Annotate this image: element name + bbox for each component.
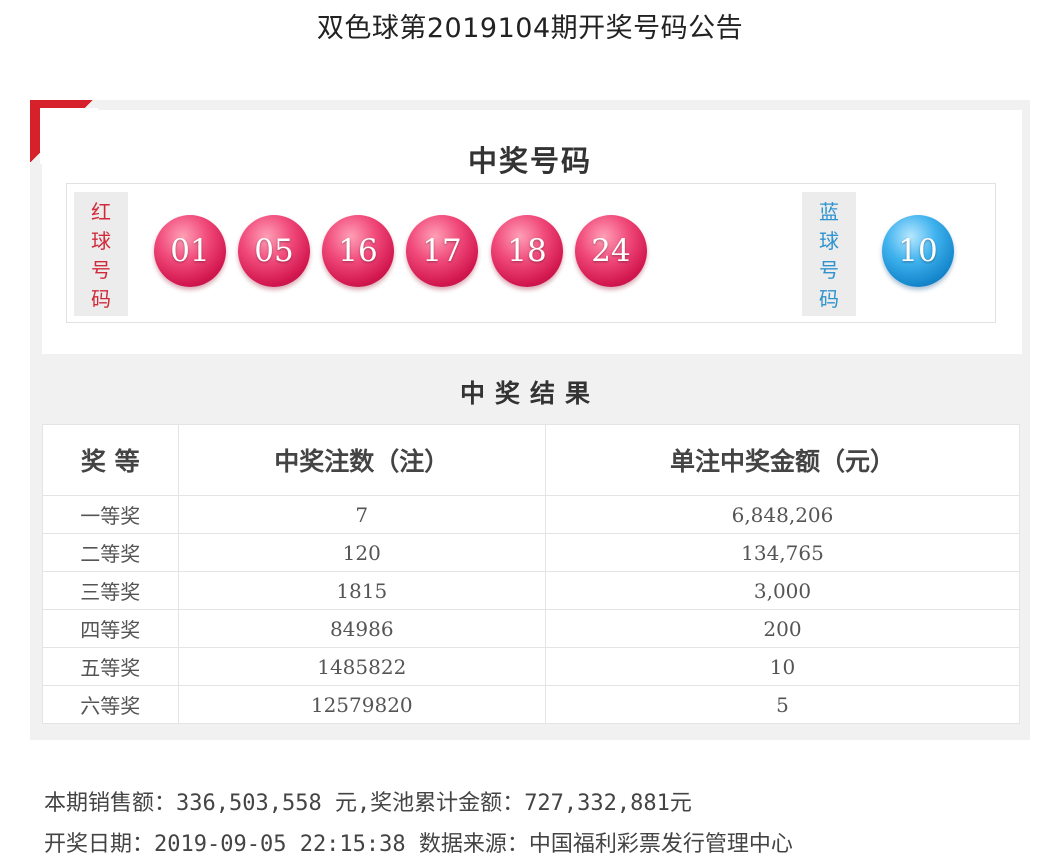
draw-date-source: 开奖日期：2019-09-05 22:15:38 数据来源：中国福利彩票发行管理… [44,832,793,857]
prize-amount: 3,000 [544,571,1021,610]
blue-label-char: 球 [819,229,839,253]
table-row: 五等奖 1485822 10 [42,647,1021,686]
red-ball-label: 红 球 号 码 [74,192,128,316]
prize-amount: 5 [544,685,1021,724]
red-ball: 17 [406,215,478,287]
red-ball: 05 [238,215,310,287]
winner-count: 1815 [177,571,546,610]
winner-count: 12579820 [177,685,546,724]
red-ball: 18 [491,215,563,287]
prize-level: 六等奖 [42,685,179,724]
prize-amount: 134,765 [544,533,1021,572]
prize-amount: 10 [544,647,1021,686]
red-ball: 24 [575,215,647,287]
table-row: 一等奖 7 6,848,206 [42,495,1021,534]
page-title: 双色球第2019104期开奖号码公告 [316,13,744,44]
table-row: 六等奖 12579820 5 [42,685,1021,724]
prize-amount: 200 [544,609,1021,648]
red-ball: 01 [154,215,226,287]
header-prize-level: 奖 等 [42,424,179,496]
blue-label-char: 蓝 [819,200,839,224]
table-header-row: 奖 等 中奖注数（注） 单注中奖金额（元） [42,424,1021,496]
red-label-char: 码 [91,287,111,311]
table-row: 四等奖 84986 200 [42,609,1021,648]
winner-count: 120 [177,533,546,572]
table-row: 二等奖 120 134,765 [42,533,1021,572]
red-label-char: 号 [91,258,111,282]
blue-label-char: 号 [819,258,839,282]
red-ball: 16 [322,215,394,287]
red-label-char: 球 [91,229,111,253]
prize-level: 三等奖 [42,571,179,610]
prize-level: 五等奖 [42,647,179,686]
header-winner-count: 中奖注数（注） [177,424,546,496]
table-row: 三等奖 1815 3,000 [42,571,1021,610]
winning-numbers-title: 中奖号码 [467,144,592,178]
prize-level: 二等奖 [42,533,179,572]
winner-count: 7 [177,495,546,534]
prize-level: 一等奖 [42,495,179,534]
prize-table: 奖 等 中奖注数（注） 单注中奖金额（元） 一等奖 7 6,848,206 二等… [42,424,1021,724]
winner-count: 1485822 [177,647,546,686]
red-label-char: 红 [91,200,111,224]
prize-level: 四等奖 [42,609,179,648]
blue-label-char: 码 [819,287,839,311]
sales-summary: 本期销售额：336,503,558 元,奖池累计金额：727,332,881元 [44,791,692,816]
prize-results-title: 中奖结果 [459,379,600,408]
header-prize-amount: 单注中奖金额（元） [544,424,1021,496]
blue-ball-label: 蓝 球 号 码 [802,192,856,316]
prize-amount: 6,848,206 [544,495,1021,534]
blue-ball: 10 [882,215,954,287]
winner-count: 84986 [177,609,546,648]
